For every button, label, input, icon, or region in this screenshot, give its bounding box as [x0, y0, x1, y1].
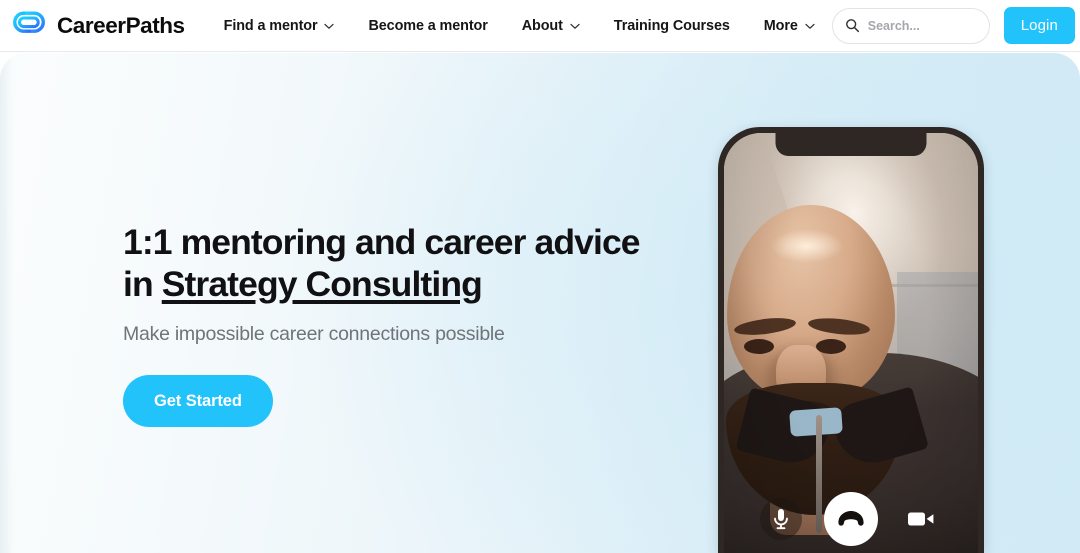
hero-headline-specialty: Strategy Consulting [161, 264, 483, 304]
microphone-button[interactable] [760, 498, 802, 540]
chevron-down-icon [805, 23, 815, 29]
nav-item-more[interactable]: More [747, 0, 832, 52]
phone-mockup [718, 127, 984, 553]
nav-item-label: Find a mentor [223, 17, 318, 34]
search-box[interactable] [831, 7, 990, 44]
phone-notch [775, 133, 927, 156]
chevron-down-icon [324, 23, 335, 29]
chevron-down-icon [570, 23, 580, 29]
phone-screen [724, 133, 978, 553]
login-button[interactable]: Login [1003, 7, 1075, 44]
nav-right-group: Login [831, 7, 1075, 44]
nav-item-label: More [763, 17, 798, 34]
call-controls [724, 488, 978, 550]
search-input[interactable] [867, 18, 979, 33]
search-icon [845, 19, 859, 33]
nav-item-label: Training Courses [613, 17, 730, 34]
hero-headline: 1:1 mentoring and career advice in Strat… [123, 221, 683, 305]
video-toggle-button[interactable] [900, 498, 942, 540]
microphone-icon [774, 509, 788, 530]
brand-name: CareerPaths [57, 12, 185, 38]
nav-item-label: About [521, 17, 563, 34]
hero-section: 1:1 mentoring and career advice in Strat… [0, 53, 1080, 553]
phone-hangup-icon [838, 511, 864, 526]
nav-item-about[interactable]: About [505, 0, 597, 52]
hero-subheadline: Make impossible career connections possi… [123, 323, 505, 345]
hero-headline-line2-prefix: in [123, 264, 162, 304]
nav-links: Find a mentor Become a mentor About Trai… [207, 0, 832, 52]
careerpaths-cp-monogram-icon [13, 10, 45, 40]
hero-copy: 1:1 mentoring and career advice in Strat… [123, 221, 683, 427]
nav-item-training-courses[interactable]: Training Courses [597, 0, 747, 52]
top-navigation-bar: CareerPaths Find a mentor Become a mento… [0, 0, 1080, 52]
end-call-button[interactable] [824, 492, 878, 546]
page-root: CareerPaths Find a mentor Become a mento… [0, 0, 1080, 553]
nav-item-label: Become a mentor [368, 17, 488, 34]
nav-item-become-a-mentor[interactable]: Become a mentor [351, 0, 504, 52]
nav-item-find-a-mentor[interactable]: Find a mentor [207, 0, 352, 52]
brand-logo[interactable]: CareerPaths [10, 7, 185, 45]
get-started-button[interactable]: Get Started [123, 375, 273, 427]
video-camera-icon [908, 512, 934, 526]
hero-headline-line1: 1:1 mentoring and career advice [123, 222, 641, 262]
